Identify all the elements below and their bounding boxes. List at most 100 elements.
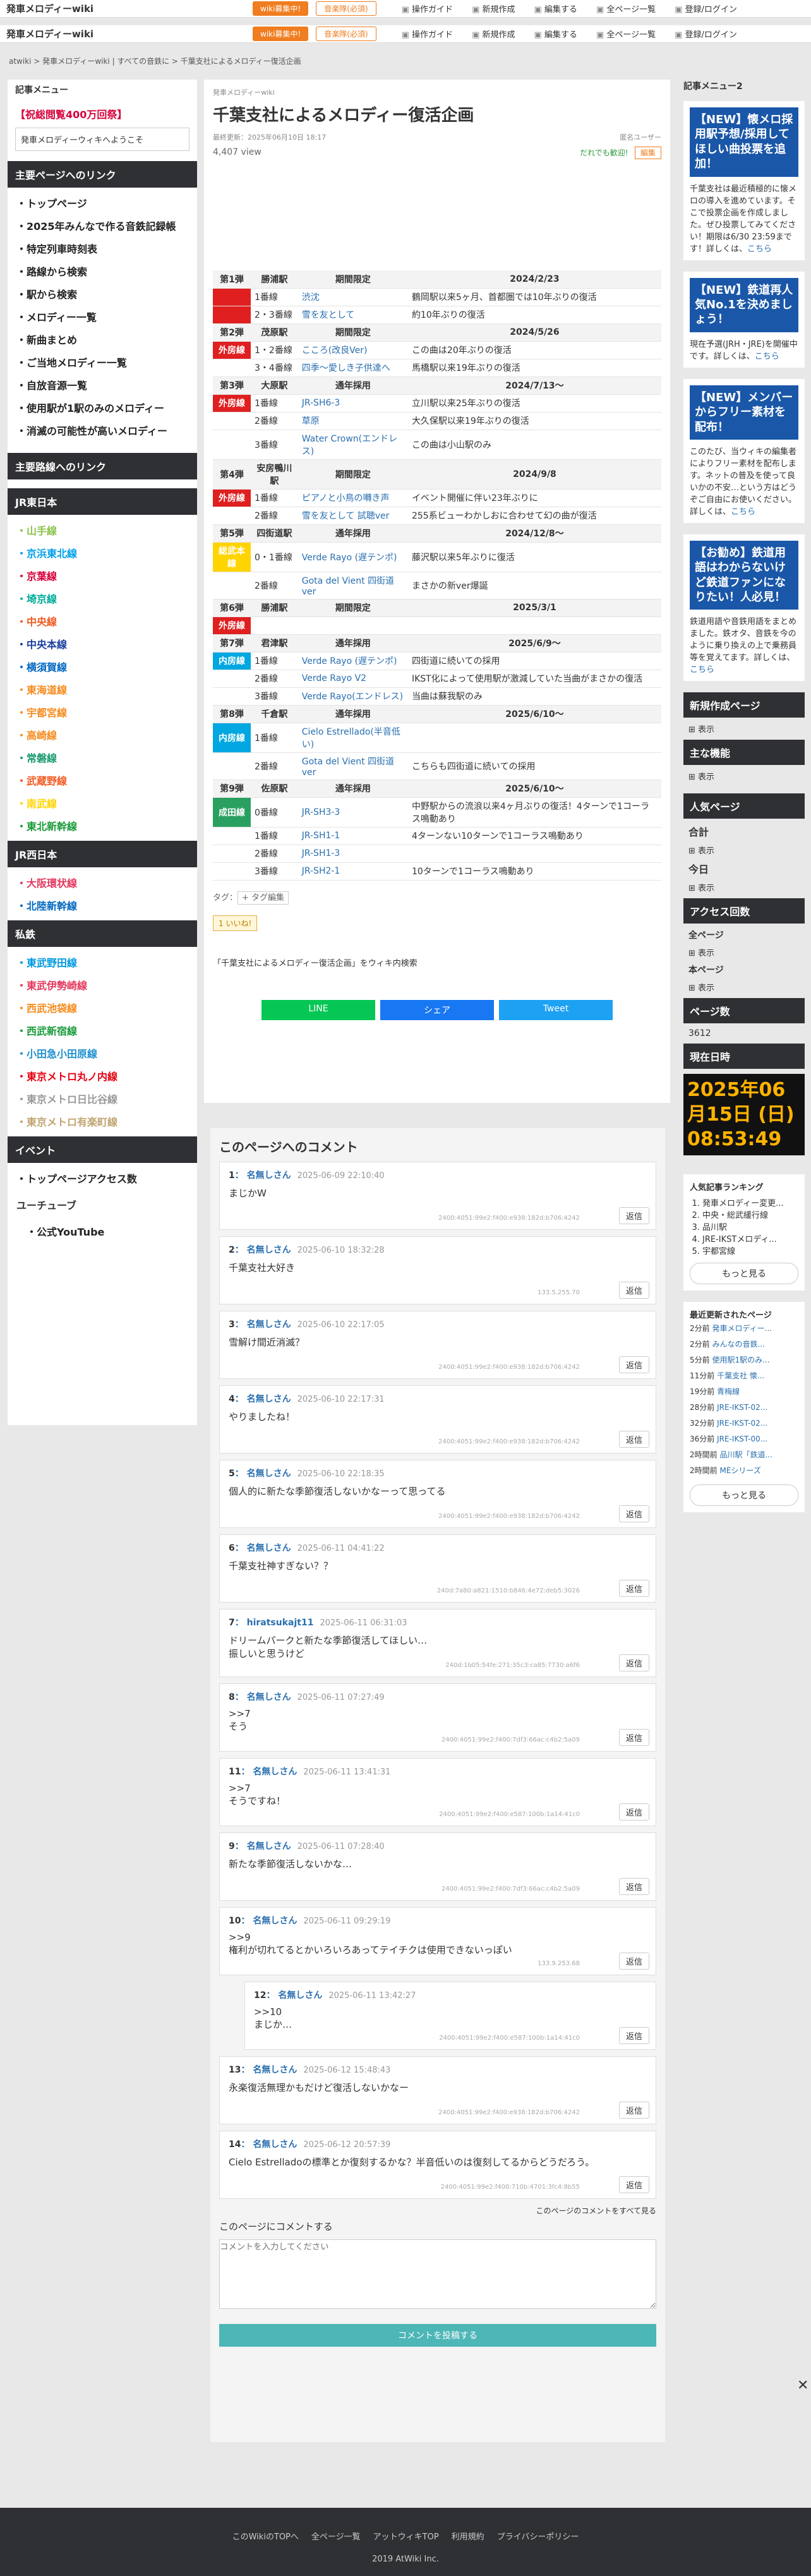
- comment-author[interactable]: 名無しさん: [247, 1394, 291, 1404]
- sidebar-item[interactable]: ご当地メロディー一覧: [16, 351, 188, 373]
- recent-title[interactable]: 千葉支社 懐...: [717, 1371, 764, 1380]
- line-link[interactable]: 中央本線: [16, 632, 188, 655]
- sidebar-item[interactable]: メロディー一覧: [16, 305, 188, 328]
- notice-terms-link[interactable]: こちら: [690, 665, 714, 675]
- ranking-item[interactable]: 品川駅: [702, 1220, 798, 1232]
- line-link[interactable]: 大阪環状線: [16, 871, 188, 894]
- comment-author[interactable]: 名無しさん: [253, 1767, 297, 1777]
- wiki-recruit-button[interactable]: wiki募集中!: [253, 1, 309, 16]
- sidebar-item[interactable]: トップページ: [16, 191, 188, 214]
- table-cell[interactable]: Cielo Estrellado(半音低い): [297, 723, 408, 753]
- reply-button[interactable]: 返信: [618, 1356, 649, 1373]
- table-cell[interactable]: 渋沈: [297, 288, 408, 306]
- recent-title[interactable]: 品川駅「鉄道...: [719, 1450, 772, 1459]
- ranking-more[interactable]: もっと見る: [690, 1263, 798, 1285]
- wiki-search-link[interactable]: 「千葉支社によるメロディー復活企画」をウィキ内検索: [213, 956, 661, 968]
- footer-link[interactable]: 全ページ一覧: [311, 2532, 361, 2542]
- nav-login[interactable]: 登録/ログイン: [675, 3, 737, 15]
- line-link[interactable]: 高崎線: [16, 723, 188, 746]
- comment-textarea[interactable]: [219, 2239, 656, 2309]
- notice-terms[interactable]: 【お勧め】鉄道用語はわからないけど鉄道ファンになりたい！人必見！: [690, 540, 798, 610]
- reply-button[interactable]: 返信: [618, 1431, 649, 1448]
- reply-button[interactable]: 返信: [618, 2176, 649, 2193]
- comment-author[interactable]: hiratsukajt11: [247, 1618, 314, 1628]
- sidebar-item[interactable]: 2025年みんなで作る音鉄記録帳: [16, 214, 188, 237]
- table-cell[interactable]: JR-SH6-3: [297, 394, 408, 412]
- table-cell[interactable]: ピアノと小鳥の囀き声: [297, 489, 408, 507]
- recent-item[interactable]: 19分前 青梅線: [690, 1383, 798, 1399]
- share-facebook-button[interactable]: シェア: [380, 999, 494, 1020]
- comment-author[interactable]: 名無しさん: [247, 1692, 291, 1702]
- sidebar-item[interactable]: 消滅の可能性が高いメロディー: [16, 419, 188, 442]
- recent-title[interactable]: みんなの音鉄...: [712, 1340, 764, 1349]
- nav-new[interactable]: 新規作成: [472, 28, 515, 40]
- comment-author[interactable]: 名無しさん: [247, 1543, 291, 1553]
- table-cell[interactable]: Verde Rayo (遅テンポ): [297, 542, 408, 572]
- line-link[interactable]: 北陸新幹線: [16, 894, 188, 917]
- comment-author[interactable]: 名無しさん: [247, 1245, 291, 1255]
- reply-button[interactable]: 返信: [618, 1505, 649, 1522]
- ranking-item[interactable]: 発車メロディー変更...: [702, 1196, 798, 1208]
- reply-button[interactable]: 返信: [618, 1803, 649, 1821]
- recent-item[interactable]: 32分前 JRE-IKST-02...: [690, 1415, 798, 1431]
- line-link[interactable]: 宇都宮線: [16, 701, 188, 723]
- table-cell[interactable]: JR-SH1-3: [297, 845, 408, 863]
- all-pages-show[interactable]: ⊞ 表示: [683, 946, 805, 958]
- line-link[interactable]: 東京メトロ丸ノ内線: [16, 1064, 188, 1087]
- recent-title[interactable]: 青梅線: [717, 1387, 740, 1396]
- new-pages-show[interactable]: ⊞ 表示: [683, 718, 805, 740]
- edit-button[interactable]: 編集: [634, 147, 661, 159]
- total-show[interactable]: ⊞ 表示: [683, 844, 805, 856]
- sidebar-item[interactable]: 路線から検索: [16, 260, 188, 282]
- line-link[interactable]: 京葉線: [16, 564, 188, 587]
- table-cell[interactable]: Verde Rayo V2: [297, 670, 408, 688]
- table-cell[interactable]: Water Crown(エンドレス): [297, 430, 408, 460]
- line-link[interactable]: 西武新宿線: [16, 1019, 188, 1042]
- table-cell[interactable]: 雪を友として 試聴ver: [297, 507, 408, 525]
- table-cell[interactable]: JR-SH2-1: [297, 862, 408, 881]
- comment-author[interactable]: 名無しさん: [253, 2140, 297, 2150]
- line-link[interactable]: 東京メトロ日比谷線: [16, 1087, 188, 1110]
- line-link[interactable]: 東北新幹線: [16, 814, 188, 837]
- table-cell[interactable]: Verde Rayo(エンドレス): [297, 687, 408, 706]
- ranking-item[interactable]: 中央・総武緩行線: [702, 1208, 798, 1220]
- recent-item[interactable]: 2時間前 品川駅「鉄道...: [690, 1447, 798, 1462]
- wiki-recruit-button[interactable]: wiki募集中!: [253, 27, 309, 41]
- youtube-link[interactable]: 公式YouTube: [16, 1220, 188, 1243]
- comment-author[interactable]: 名無しさん: [247, 1841, 291, 1851]
- ranking-item[interactable]: JRE-IKSTメロディ...: [702, 1232, 798, 1244]
- recent-item[interactable]: 2時間前 MEシリーズ: [690, 1462, 798, 1478]
- recent-more[interactable]: もっと見る: [690, 1484, 798, 1507]
- table-cell[interactable]: JR-SH3-3: [297, 797, 408, 828]
- footer-link[interactable]: アットウィキTOP: [373, 2532, 439, 2542]
- reply-button[interactable]: 返信: [618, 1207, 649, 1224]
- nav-new[interactable]: 新規作成: [472, 3, 515, 15]
- table-cell[interactable]: 雪を友として: [297, 306, 408, 324]
- reply-button[interactable]: 返信: [618, 1953, 649, 1970]
- line-link[interactable]: 中央線: [16, 610, 188, 632]
- breadcrumb[interactable]: atwiki > 発車メロディーwiki | すべての音鉄に > 千葉支社による…: [9, 56, 301, 66]
- comment-author[interactable]: 名無しさん: [247, 1320, 291, 1330]
- line-link[interactable]: 横須賀線: [16, 655, 188, 678]
- line-link[interactable]: 常磐線: [16, 746, 188, 769]
- line-link[interactable]: 東京メトロ有楽町線: [16, 1110, 188, 1133]
- footer-link[interactable]: プライバシーポリシー: [497, 2532, 579, 2542]
- notice-vote[interactable]: 【NEW】懐メロ採用駅予想/採用してほしい曲投票を追加！: [690, 107, 798, 177]
- comment-author[interactable]: 名無しさん: [247, 1469, 291, 1479]
- nav-login[interactable]: 登録/ログイン: [675, 28, 737, 40]
- today-show[interactable]: ⊞ 表示: [683, 881, 805, 898]
- comment-author[interactable]: 名無しさん: [253, 2065, 297, 2075]
- recent-title[interactable]: 使用駅1駅のみ...: [712, 1356, 769, 1364]
- table-cell[interactable]: JR-SH1-1: [297, 827, 408, 845]
- reply-button[interactable]: 返信: [618, 1580, 649, 1597]
- reply-button[interactable]: 返信: [618, 2102, 649, 2119]
- nav-edit[interactable]: 編集する: [534, 28, 577, 40]
- ranking-item[interactable]: 宇都宮線: [702, 1244, 798, 1256]
- recent-item[interactable]: 36分前 JRE-IKST-00...: [690, 1431, 798, 1447]
- sidebar-item[interactable]: 自放音源一覧: [16, 373, 188, 396]
- tag-edit-button[interactable]: + タグ編集: [237, 891, 289, 905]
- reply-button[interactable]: 返信: [618, 1654, 649, 1671]
- line-link[interactable]: 山手線: [16, 519, 188, 541]
- recent-title[interactable]: JRE-IKST-00...: [717, 1435, 767, 1443]
- footer-link[interactable]: このWikiのTOPへ: [232, 2532, 299, 2542]
